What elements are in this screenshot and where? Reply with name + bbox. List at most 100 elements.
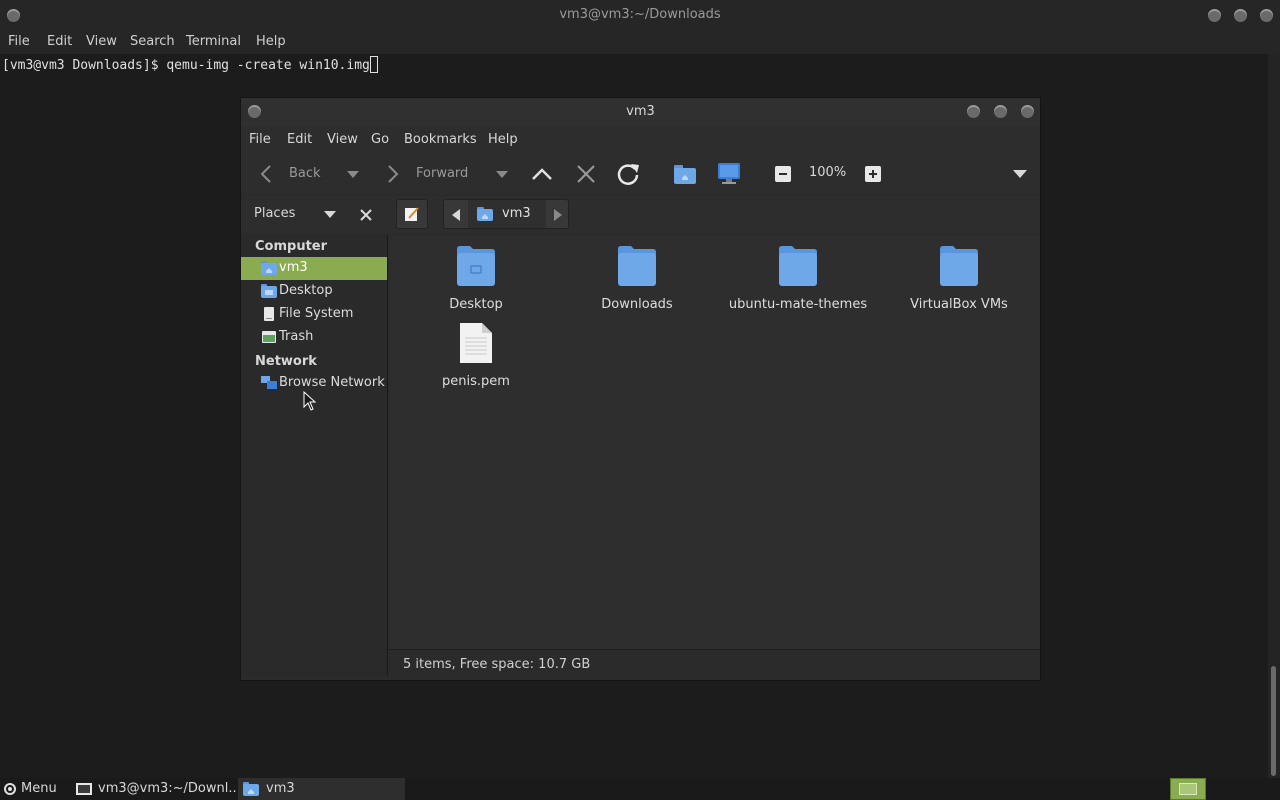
toolbar-overflow-icon[interactable] [1013,170,1027,179]
minimize-icon[interactable] [967,105,980,118]
terminal-menu-search[interactable]: Search [130,34,175,49]
stop-icon[interactable] [574,162,598,186]
fm-toolbar: Back Forward 100% [241,154,1040,194]
home-folder-icon [261,261,277,275]
terminal-scrollbar[interactable] [1268,54,1280,778]
fm-menu-file[interactable]: File [249,132,271,147]
terminal-menu-edit[interactable]: Edit [47,34,72,49]
path-bar: vm3 [443,199,569,229]
home-folder-icon [243,782,259,796]
task-label: vm3 [266,781,295,796]
terminal-menu-view[interactable]: View [86,34,117,49]
places-sidebar: Computer vm3 Desktop File System Trash N… [241,235,388,676]
sidebar-item-file-system[interactable]: File System [241,303,387,326]
file-item-ubuntu-mate-themes[interactable]: ubuntu-mate-themes [723,245,873,317]
file-view[interactable]: Desktop Downloads ubuntu-mate-themes Vir… [389,235,1040,649]
fm-menu-go[interactable]: Go [371,132,389,147]
back-dropdown-icon[interactable] [347,171,359,179]
sidebar-title: Places [254,206,296,221]
fm-menu-edit[interactable]: Edit [287,132,312,147]
workspace-switcher[interactable] [1170,778,1206,800]
maximize-icon[interactable] [994,105,1007,118]
fm-menu-bookmarks[interactable]: Bookmarks [404,132,477,147]
path-label: vm3 [502,206,531,221]
minimize-icon[interactable] [1208,9,1221,22]
text-file-icon [460,323,492,363]
file-label: VirtualBox VMs [910,297,1008,312]
sidebar-item-desktop[interactable]: Desktop [241,280,387,303]
sidebar-item-label: File System [279,306,354,321]
file-manager-window: vm3 File Edit View Go Bookmarks Help Bac… [240,97,1041,681]
chevron-right-icon [388,165,399,183]
status-bar: 5 items, Free space: 10.7 GB [389,649,1040,680]
terminal-prompt-line: [vm3@vm3 Downloads]$ qemu-img -create wi… [2,56,378,73]
folder-icon [779,246,817,286]
close-icon[interactable] [1260,9,1273,22]
sidebar-item-label: Desktop [279,283,333,298]
reload-icon[interactable] [615,161,641,187]
terminal-menubar: File Edit View Search Terminal Help [0,30,1280,54]
sidebar-type-dropdown-icon[interactable] [324,211,336,219]
folder-icon [940,246,978,286]
network-icon [261,376,277,389]
file-item-penis-pem[interactable]: penis.pem [401,322,551,394]
file-label: ubuntu-mate-themes [728,297,868,312]
close-sidebar-icon[interactable] [360,209,372,221]
terminal-menu-file[interactable]: File [8,34,30,49]
edit-location-icon [405,207,419,221]
trash-icon [262,331,276,343]
fm-location-bar: Places vm3 [241,196,1040,234]
close-icon[interactable] [1021,105,1034,118]
fm-titlebar[interactable]: vm3 [241,98,1040,126]
terminal-icon [76,783,92,795]
drive-icon [264,307,274,321]
home-folder-icon [477,207,493,221]
sidebar-heading-computer: Computer [255,239,328,254]
up-arrow-icon[interactable] [530,162,554,186]
taskbar: Menu vm3@vm3:~/Downl... vm3 [0,778,1280,800]
sidebar-item-label: Browse Network [279,375,385,390]
terminal-menu-help[interactable]: Help [256,34,286,49]
sidebar-item-vm3[interactable]: vm3 [241,257,387,280]
home-folder-icon[interactable] [673,163,697,185]
task-label: vm3@vm3:~/Downl... [98,781,241,796]
forward-dropdown-icon[interactable] [496,171,508,179]
sidebar-heading-network: Network [255,354,317,369]
zoom-level: 100% [809,165,847,180]
fm-title: vm3 [626,104,655,119]
prompt-text: [vm3@vm3 Downloads]$ qemu-img -create wi… [2,58,370,73]
path-button-vm3[interactable]: vm3 [468,200,546,228]
folder-icon [457,246,495,286]
terminal-titlebar[interactable]: vm3@vm3:~/Downloads [0,0,1280,30]
terminal-menu-terminal[interactable]: Terminal [186,34,241,49]
zoom-in-icon[interactable] [865,166,881,182]
terminal-cursor [369,56,378,73]
forward-button[interactable]: Forward [384,162,509,186]
fm-menubar: File Edit View Go Bookmarks Help [241,126,1040,154]
file-item-virtualbox-vms[interactable]: VirtualBox VMs [884,245,1034,317]
sidebar-item-label: Trash [279,329,314,344]
zoom-out-icon[interactable] [775,166,791,182]
path-right-arrow-icon[interactable] [554,209,562,221]
back-label: Back [289,166,321,181]
path-left-arrow-icon[interactable] [452,209,460,221]
fm-menu-view[interactable]: View [327,132,358,147]
back-button[interactable]: Back [255,162,365,186]
file-item-desktop[interactable]: Desktop [401,245,551,317]
sidebar-item-trash[interactable]: Trash [241,326,387,349]
file-item-downloads[interactable]: Downloads [562,245,712,317]
computer-icon[interactable] [716,162,742,186]
terminal-title: vm3@vm3:~/Downloads [559,7,721,22]
toggle-location-entry-button[interactable] [396,199,428,229]
file-label: Downloads [601,297,673,312]
maximize-icon[interactable] [1234,9,1247,22]
task-button-vm3[interactable]: vm3 [238,778,405,800]
chevron-left-icon [260,165,271,183]
file-label: Desktop [449,297,503,312]
fm-menu-help[interactable]: Help [488,132,518,147]
file-label: penis.pem [442,374,510,389]
workspace-1[interactable] [1179,783,1197,795]
scrollbar-thumb[interactable] [1271,666,1276,776]
task-button-terminal[interactable]: vm3@vm3:~/Downl... [70,778,241,800]
main-menu-button[interactable]: Menu [0,778,64,800]
